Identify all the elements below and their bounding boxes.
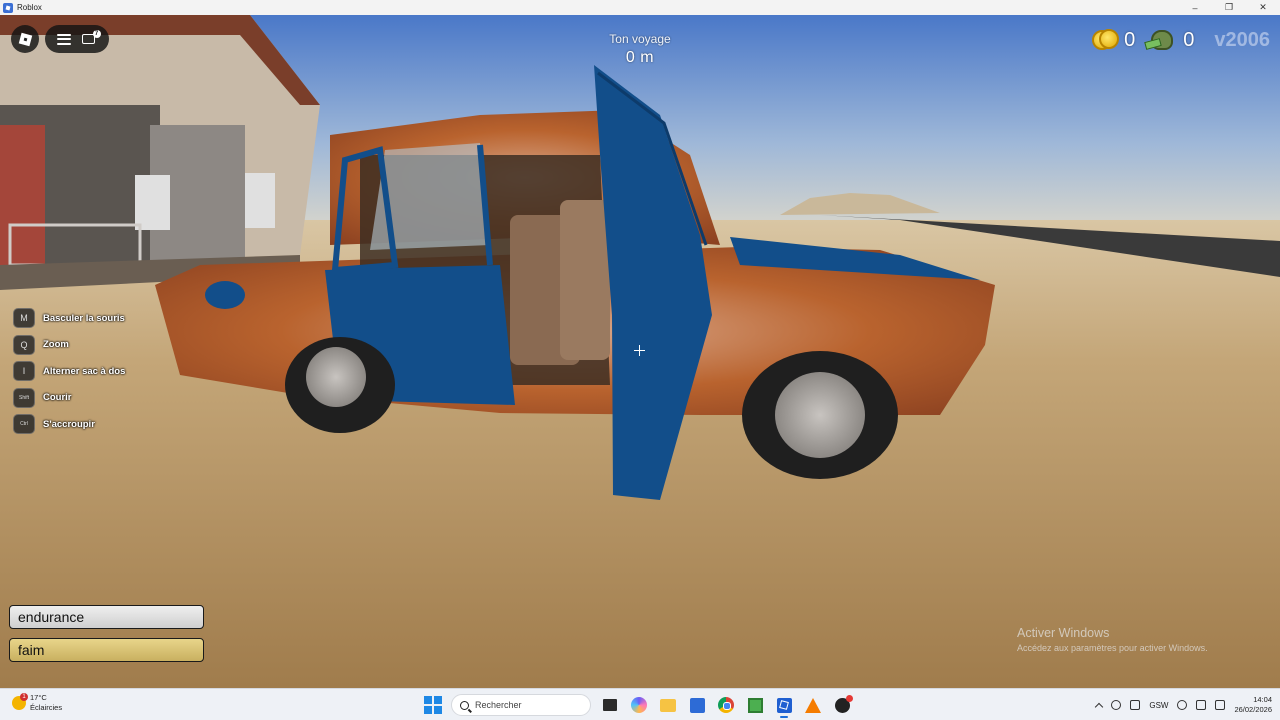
keybind-zoom: Q Zoom — [13, 334, 125, 355]
copilot-icon — [631, 697, 647, 713]
vlc-button[interactable] — [803, 695, 823, 715]
store-button[interactable] — [687, 695, 707, 715]
chat-icon[interactable]: 7 — [81, 30, 101, 46]
roblox-icon — [776, 697, 792, 713]
minecraft-icon — [747, 697, 763, 713]
close-button[interactable]: ✕ — [1246, 0, 1280, 15]
minecraft-button[interactable] — [745, 695, 765, 715]
coins-icon — [1092, 28, 1120, 52]
file-explorer-button[interactable] — [658, 695, 678, 715]
clock[interactable]: 14:04 26/02/2026 — [1234, 695, 1272, 715]
task-view-button[interactable] — [600, 695, 620, 715]
taskbar: 1 17°C Éclaircies Rechercher GSW 14:04 2… — [0, 688, 1280, 720]
activate-windows-watermark: Activer Windows Accédez aux paramètres p… — [1017, 626, 1208, 653]
journey-display: Ton voyage 0 m — [560, 32, 720, 67]
key-i: I — [13, 361, 35, 381]
journey-distance: 0 m — [625, 49, 655, 66]
system-tray: GSW 14:04 26/02/2026 — [1095, 693, 1272, 717]
clock-date: 26/02/2026 — [1234, 705, 1272, 714]
battery-icon[interactable] — [1215, 700, 1226, 710]
keybind-toggle-mouse: M Basculer la souris — [13, 308, 125, 328]
window-title: Roblox — [17, 3, 42, 12]
roblox-app-icon — [3, 2, 13, 13]
task-view-icon — [603, 699, 617, 711]
windows-start-icon[interactable] — [424, 696, 442, 714]
keybind-label: Zoom — [43, 339, 69, 350]
vlc-icon — [805, 697, 821, 713]
weather-alert-badge: 1 — [20, 693, 28, 701]
weather-temperature: 17°C — [30, 693, 47, 702]
keybind-label: S'accroupir — [43, 418, 95, 430]
microphone-icon[interactable] — [1130, 700, 1141, 710]
taskbar-search[interactable]: Rechercher — [451, 694, 591, 716]
store-icon — [689, 697, 705, 713]
clock-time: 14:04 — [1253, 695, 1272, 704]
folder-icon — [660, 698, 676, 712]
copilot-button[interactable] — [629, 695, 649, 715]
keybind-label: Basculer la souris — [43, 312, 125, 324]
activate-windows-title: Activer Windows — [1017, 626, 1110, 640]
maximize-button[interactable]: ❐ — [1212, 0, 1246, 15]
crosshair-icon — [634, 345, 645, 356]
endurance-bar: endurance — [9, 605, 204, 629]
weather-description: Éclaircies — [30, 703, 63, 712]
input-language[interactable]: GSW — [1149, 701, 1168, 710]
window-titlebar: Roblox – ❐ ✕ — [0, 0, 1280, 15]
minimize-button[interactable]: – — [1178, 0, 1212, 15]
weather-widget[interactable]: 1 17°C Éclaircies — [12, 693, 62, 713]
keybind-hints: M Basculer la souris Q Zoom I Alterner s… — [13, 308, 125, 441]
money-counter: 0 — [1144, 28, 1195, 52]
money-count: 0 — [1183, 28, 1195, 51]
key-ctrl: Ctrl — [13, 414, 35, 434]
roblox-logo-icon — [18, 32, 32, 46]
house — [0, 15, 320, 290]
network-icon[interactable] — [1111, 700, 1122, 710]
money-bag-icon — [1144, 28, 1179, 52]
game-version: v2006 — [1214, 28, 1270, 51]
search-placeholder: Rechercher — [475, 700, 522, 710]
keybind-crouch: Ctrl S'accroupir — [13, 414, 125, 434]
search-icon — [460, 700, 469, 710]
volume-icon[interactable] — [1196, 700, 1207, 710]
window-controls: – ❐ ✕ — [1178, 0, 1280, 15]
chrome-button[interactable] — [716, 695, 736, 715]
coin-counter: 0 — [1092, 28, 1135, 52]
roblox-menu-button[interactable] — [11, 25, 39, 53]
app-icon — [834, 694, 853, 713]
key-m: M — [13, 308, 35, 328]
keybind-backpack: I Alterner sac à dos — [13, 361, 125, 381]
show-hidden-icons-chevron-icon[interactable] — [1095, 702, 1104, 711]
coin-count: 0 — [1124, 28, 1136, 51]
keybind-label: Alterner sac à dos — [43, 365, 126, 377]
roblox-taskbar-button[interactable] — [774, 695, 794, 718]
chrome-icon — [718, 697, 734, 713]
chat-badge: 7 — [92, 30, 101, 38]
weather-sun-icon: 1 — [12, 693, 28, 710]
game-viewport[interactable]: 7 Ton voyage 0 m 0 0 v2006 M Basculer la… — [0, 15, 1280, 688]
key-shift: Shift — [13, 387, 35, 408]
activate-windows-subtitle: Accédez aux paramètres pour activer Wind… — [1017, 643, 1208, 653]
wifi-icon[interactable] — [1177, 700, 1188, 710]
key-q: Q — [13, 334, 35, 355]
keybind-run: Shift Courir — [13, 387, 125, 408]
hamburger-menu-icon[interactable] — [56, 33, 71, 45]
currency-display: 0 0 v2006 — [1092, 27, 1270, 53]
other-app-button[interactable] — [832, 694, 853, 715]
journey-label: Ton voyage — [609, 32, 671, 46]
topbar-buttons: 7 — [45, 25, 109, 53]
hunger-bar: faim — [9, 638, 204, 662]
taskbar-apps: Rechercher — [424, 693, 853, 718]
keybind-label: Courir — [43, 392, 72, 403]
